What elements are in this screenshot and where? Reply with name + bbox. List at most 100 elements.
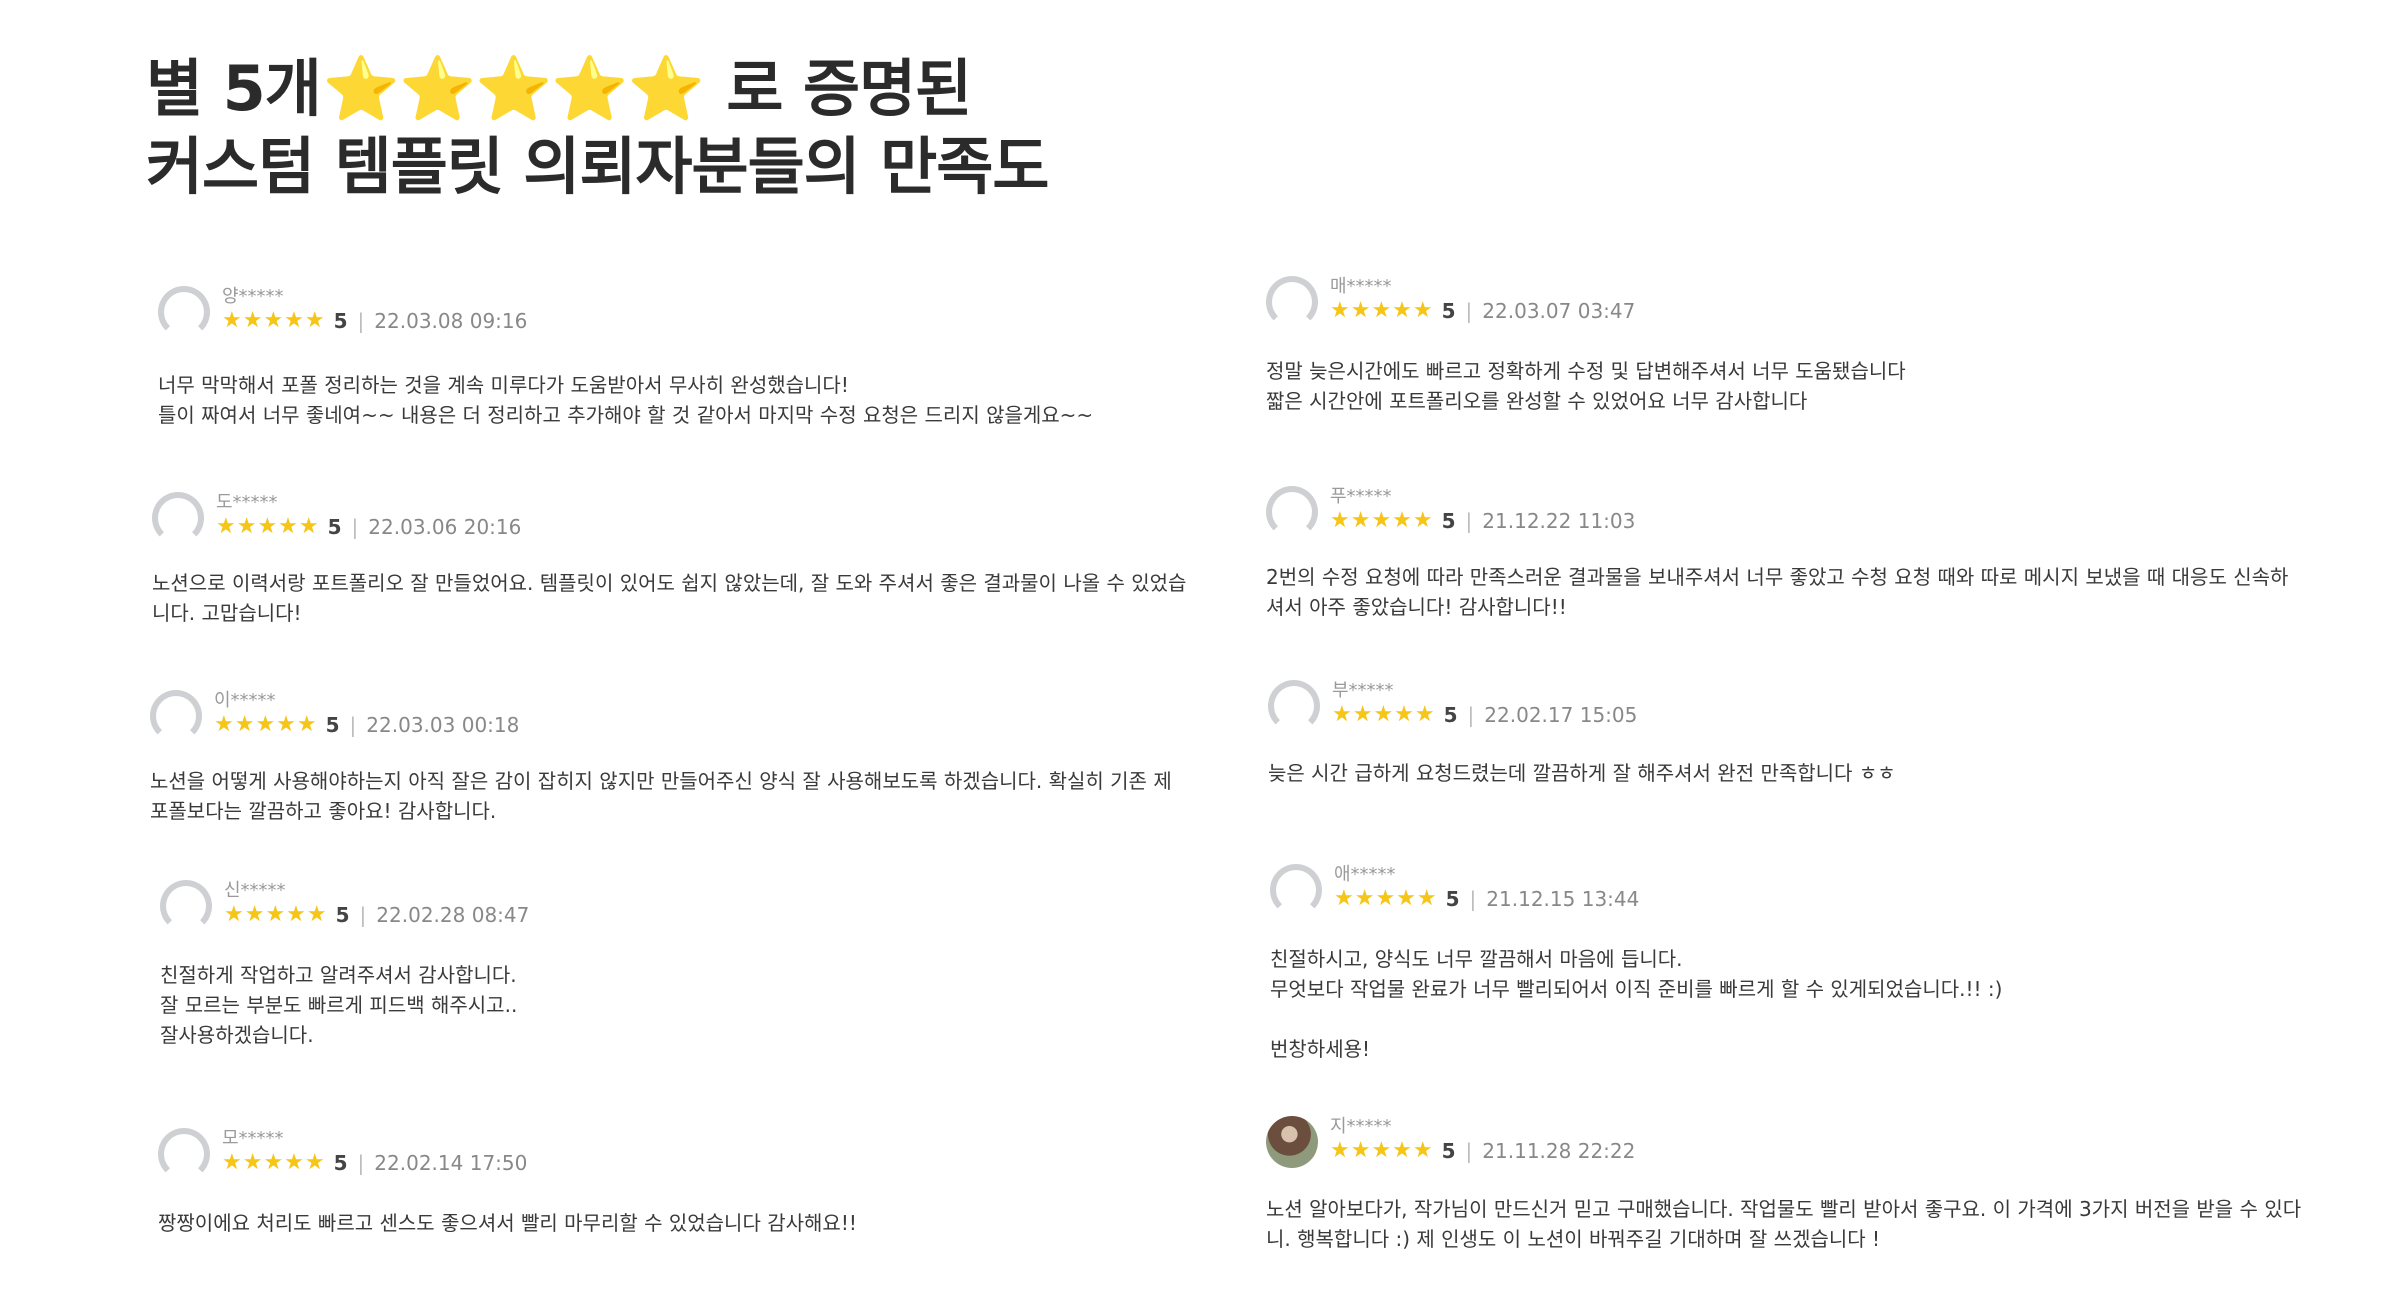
separator: | bbox=[349, 712, 357, 737]
reviewer-name: 이***** bbox=[214, 690, 276, 711]
reviewer-name: 애***** bbox=[1334, 864, 1396, 885]
headline-line-1: 별 5개⭐⭐⭐⭐⭐ 로 증명된 bbox=[146, 50, 1048, 128]
avatar-placeholder-icon bbox=[1266, 486, 1318, 538]
review-line: 니다. 고맙습니다! bbox=[152, 601, 302, 625]
review-date: 22.03.07 03:47 bbox=[1482, 298, 1636, 323]
avatar-placeholder-icon bbox=[1266, 276, 1318, 328]
reviewer-name: 신***** bbox=[224, 880, 286, 901]
reviewer-name: 푸***** bbox=[1330, 486, 1392, 507]
review-line: 포폴보다는 깔끔하고 좋아요! 감사합니다. bbox=[150, 799, 497, 823]
review-text: 친절하게 작업하고 알려주셔서 감사합니다. 잘 모르는 부분도 빠르게 피드백… bbox=[160, 960, 517, 1050]
page-headline: 별 5개⭐⭐⭐⭐⭐ 로 증명된 커스텀 템플릿 의뢰자분들의 만족도 bbox=[146, 50, 1049, 206]
rating-stars-icon: ★★★★★ bbox=[214, 712, 318, 737]
rating-line: ★★★★★ 5 | 22.03.07 03:47 bbox=[1330, 298, 1635, 323]
review-date: 22.02.14 17:50 bbox=[374, 1150, 528, 1175]
review-line: 친절하시고, 양식도 너무 깔끔해서 마음에 듭니다. bbox=[1270, 947, 1683, 971]
rating-line: ★★★★★ 5 | 22.03.03 00:18 bbox=[214, 712, 519, 737]
rating-score: 5 bbox=[1443, 702, 1458, 727]
review-date: 21.12.15 13:44 bbox=[1486, 886, 1640, 911]
reviewer-name: 지***** bbox=[1330, 1116, 1392, 1137]
review-text: 노션을 어떻게 사용해야하는지 아직 잘은 감이 잡히지 않지만 만들어주신 양… bbox=[150, 766, 1172, 826]
review-line: 노션 알아보다가, 작가님이 만드신거 믿고 구매했습니다. 작업물도 빨리 받… bbox=[1266, 1197, 2302, 1221]
reviewer-name: 양***** bbox=[222, 286, 284, 307]
review-date: 22.03.06 20:16 bbox=[368, 514, 522, 539]
review-line: 무엇보다 작업물 완료가 너무 빨리되어서 이직 준비를 빠르게 할 수 있게되… bbox=[1270, 977, 2003, 1001]
review-text: 너무 막막해서 포폴 정리하는 것을 계속 미루다가 도움받아서 무사히 완성했… bbox=[158, 370, 1093, 430]
review-text: 노션 알아보다가, 작가님이 만드신거 믿고 구매했습니다. 작업물도 빨리 받… bbox=[1266, 1194, 2301, 1254]
review-date: 21.12.22 11:03 bbox=[1482, 508, 1636, 533]
reviewer-name: 매***** bbox=[1330, 276, 1392, 297]
rating-stars-icon: ★★★★★ bbox=[1334, 886, 1438, 911]
review-line bbox=[1270, 1004, 2002, 1034]
separator: | bbox=[1469, 886, 1477, 911]
review-date: 22.02.17 15:05 bbox=[1484, 702, 1638, 727]
headline-line-2: 커스텀 템플릿 의뢰자분들의 만족도 bbox=[146, 130, 1049, 203]
separator: | bbox=[1465, 1138, 1473, 1163]
avatar-placeholder-icon bbox=[150, 690, 202, 742]
review-text: 노션으로 이력서랑 포트폴리오 잘 만들었어요. 템플릿이 있어도 쉽지 않았는… bbox=[152, 568, 1186, 628]
avatar-placeholder-icon bbox=[152, 492, 204, 544]
headline-prefix: 별 5개 bbox=[146, 52, 322, 125]
review-text: 늦은 시간 급하게 요청드렸는데 깔끔하게 잘 해주셔서 완전 만족합니다 ㅎㅎ bbox=[1268, 758, 1896, 788]
separator: | bbox=[357, 308, 365, 333]
review-text: 짱짱이에요 처리도 빠르고 센스도 좋으셔서 빨리 마무리할 수 있었습니다 감… bbox=[158, 1208, 857, 1238]
avatar-placeholder-icon bbox=[158, 1128, 210, 1180]
rating-stars-icon: ★★★★★ bbox=[1330, 508, 1434, 533]
rating-line: ★★★★★ 5 | 22.02.14 17:50 bbox=[222, 1150, 527, 1175]
review-line: 노션을 어떻게 사용해야하는지 아직 잘은 감이 잡히지 않지만 만들어주신 양… bbox=[150, 769, 1172, 793]
rating-score: 5 bbox=[1441, 1138, 1456, 1163]
rating-score: 5 bbox=[327, 514, 342, 539]
review-line: 니. 행복합니다 :) 제 인생도 이 노션이 바꿔주길 기대하며 잘 쓰겠습니… bbox=[1266, 1227, 1881, 1251]
review-date: 22.02.28 08:47 bbox=[376, 902, 530, 927]
review-text: 정말 늦은시간에도 빠르고 정확하게 수정 및 답변해주셔서 너무 도움됐습니다… bbox=[1266, 356, 1906, 416]
review-line: 친절하게 작업하고 알려주셔서 감사합니다. bbox=[160, 963, 517, 987]
rating-stars-icon: ★★★★★ bbox=[1332, 702, 1436, 727]
separator: | bbox=[1465, 508, 1473, 533]
review-line: 노션으로 이력서랑 포트폴리오 잘 만들었어요. 템플릿이 있어도 쉽지 않았는… bbox=[152, 571, 1187, 595]
review-date: 21.11.28 22:22 bbox=[1482, 1138, 1636, 1163]
rating-line: ★★★★★ 5 | 21.11.28 22:22 bbox=[1330, 1138, 1635, 1163]
reviewer-name: 부***** bbox=[1332, 680, 1394, 701]
review-line: 늦은 시간 급하게 요청드렸는데 깔끔하게 잘 해주셔서 완전 만족합니다 ㅎㅎ bbox=[1268, 761, 1896, 785]
rating-score: 5 bbox=[1441, 508, 1456, 533]
review-line: 틀이 짜여서 너무 좋네여~~ 내용은 더 정리하고 추가해야 할 것 같아서 … bbox=[158, 403, 1094, 427]
rating-stars-icon: ★★★★★ bbox=[224, 902, 328, 927]
rating-line: ★★★★★ 5 | 21.12.22 11:03 bbox=[1330, 508, 1635, 533]
review-line: 짧은 시간안에 포트폴리오를 완성할 수 있었어요 너무 감사합니다 bbox=[1266, 389, 1808, 413]
rating-stars-icon: ★★★★★ bbox=[222, 308, 326, 333]
reviewer-name: 모***** bbox=[222, 1128, 284, 1149]
separator: | bbox=[351, 514, 359, 539]
reviewer-name: 도***** bbox=[216, 492, 278, 513]
rating-score: 5 bbox=[1441, 298, 1456, 323]
separator: | bbox=[357, 1150, 365, 1175]
separator: | bbox=[359, 902, 367, 927]
rating-score: 5 bbox=[325, 712, 340, 737]
rating-score: 5 bbox=[333, 1150, 348, 1175]
rating-score: 5 bbox=[333, 308, 348, 333]
avatar-placeholder-icon bbox=[158, 286, 210, 338]
rating-line: ★★★★★ 5 | 22.02.28 08:47 bbox=[224, 902, 529, 927]
rating-line: ★★★★★ 5 | 22.03.08 09:16 bbox=[222, 308, 527, 333]
rating-score: 5 bbox=[1445, 886, 1460, 911]
review-line: 셔서 아주 좋았습니다! 감사합니다!! bbox=[1266, 595, 1567, 619]
review-date: 22.03.08 09:16 bbox=[374, 308, 528, 333]
rating-line: ★★★★★ 5 | 21.12.15 13:44 bbox=[1334, 886, 1639, 911]
separator: | bbox=[1467, 702, 1475, 727]
avatar-placeholder-icon bbox=[160, 880, 212, 932]
review-line: 2번의 수정 요청에 따라 만족스러운 결과물을 보내주셔서 너무 좋았고 수청… bbox=[1266, 565, 2289, 589]
review-line: 짱짱이에요 처리도 빠르고 센스도 좋으셔서 빨리 마무리할 수 있었습니다 감… bbox=[158, 1211, 857, 1235]
rating-stars-icon: ★★★★★ bbox=[222, 1150, 326, 1175]
review-date: 22.03.03 00:18 bbox=[366, 712, 520, 737]
review-text: 친절하시고, 양식도 너무 깔끔해서 마음에 듭니다. 무엇보다 작업물 완료가… bbox=[1270, 944, 2002, 1064]
review-line: 너무 막막해서 포폴 정리하는 것을 계속 미루다가 도움받아서 무사히 완성했… bbox=[158, 373, 849, 397]
rating-stars-icon: ★★★★★ bbox=[216, 514, 320, 539]
rating-line: ★★★★★ 5 | 22.02.17 15:05 bbox=[1332, 702, 1637, 727]
rating-line: ★★★★★ 5 | 22.03.06 20:16 bbox=[216, 514, 521, 539]
review-line: 잘사용하겠습니다. bbox=[160, 1023, 314, 1047]
avatar-placeholder-icon bbox=[1268, 680, 1320, 732]
avatar-photo bbox=[1266, 1116, 1318, 1168]
avatar-placeholder-icon bbox=[1270, 864, 1322, 916]
review-line: 정말 늦은시간에도 빠르고 정확하게 수정 및 답변해주셔서 너무 도움됐습니다 bbox=[1266, 359, 1906, 383]
review-line: 번창하세용! bbox=[1270, 1037, 1371, 1061]
headline-suffix: 로 증명된 bbox=[705, 52, 972, 125]
